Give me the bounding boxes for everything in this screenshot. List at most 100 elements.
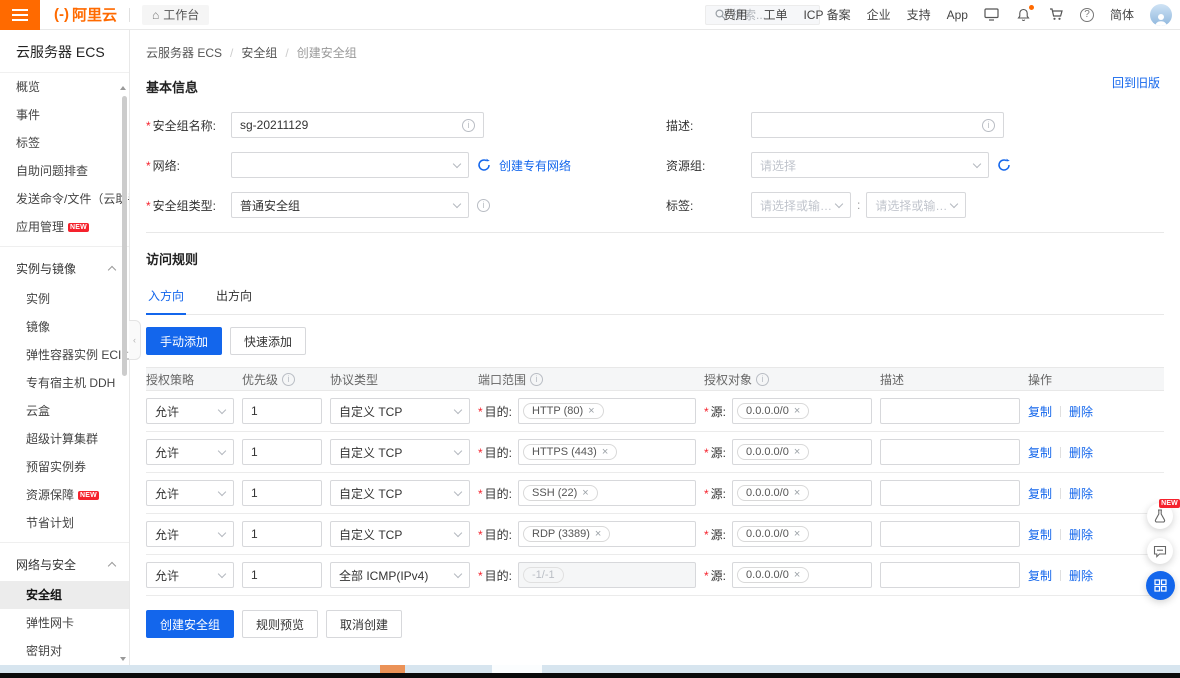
help-icon[interactable]: ? bbox=[1080, 8, 1094, 22]
scroll-down-icon[interactable] bbox=[120, 657, 126, 661]
sidebar-item[interactable]: 密钥对 bbox=[0, 637, 129, 665]
network-select[interactable] bbox=[231, 152, 469, 178]
remove-tag-icon[interactable]: × bbox=[602, 447, 608, 458]
topbar-nav-item[interactable]: ICP 备案 bbox=[803, 6, 850, 23]
topbar-nav-item[interactable]: 工单 bbox=[763, 6, 787, 23]
remove-tag-icon[interactable]: × bbox=[582, 488, 588, 499]
language-switch[interactable]: 简体 bbox=[1110, 6, 1134, 23]
sidebar-item[interactable]: 超级计算集群 bbox=[0, 425, 129, 453]
sidebar-item[interactable]: 弹性网卡 bbox=[0, 609, 129, 637]
bell-icon[interactable] bbox=[1016, 7, 1032, 23]
remove-tag-icon[interactable]: × bbox=[794, 529, 800, 540]
lab-feature-button[interactable]: NEW bbox=[1147, 503, 1173, 529]
sidebar-item[interactable]: 应用管理 NEW bbox=[0, 213, 129, 241]
copy-rule-link[interactable]: 复制 bbox=[1028, 526, 1052, 543]
priority-input[interactable] bbox=[251, 568, 313, 582]
rule-desc-input[interactable] bbox=[889, 445, 1011, 459]
sidebar-group-instances[interactable]: 实例与镜像 bbox=[0, 252, 129, 285]
sidebar-item[interactable]: 安全组 bbox=[0, 581, 129, 609]
remove-tag-icon[interactable]: × bbox=[794, 570, 800, 581]
tab-outbound[interactable]: 出方向 bbox=[214, 280, 254, 314]
sidebar-item[interactable]: 事件 bbox=[0, 101, 129, 129]
rule-desc-input[interactable] bbox=[889, 486, 1011, 500]
protocol-select[interactable]: 全部 ICMP(IPv4) bbox=[330, 562, 470, 588]
create-security-group-button[interactable]: 创建安全组 bbox=[146, 610, 234, 638]
sidebar-item[interactable]: 专有宿主机 DDH bbox=[0, 369, 129, 397]
port-range-input[interactable]: -1/-1 × bbox=[518, 562, 696, 588]
resource-group-select[interactable]: 请选择 bbox=[751, 152, 989, 178]
remove-tag-icon[interactable]: × bbox=[588, 406, 594, 417]
security-group-name-input[interactable] bbox=[240, 118, 462, 132]
info-icon[interactable]: i bbox=[756, 373, 769, 386]
sidebar-item[interactable]: 标签 bbox=[0, 129, 129, 157]
remove-tag-icon[interactable]: × bbox=[595, 529, 601, 540]
quick-add-button[interactable]: 快速添加 bbox=[230, 327, 306, 355]
sidebar-scrollbar[interactable] bbox=[122, 96, 127, 376]
menu-icon[interactable] bbox=[0, 0, 40, 30]
manual-add-button[interactable]: 手动添加 bbox=[146, 327, 222, 355]
info-icon[interactable]: i bbox=[477, 199, 490, 212]
sidebar-item[interactable]: 云盒 bbox=[0, 397, 129, 425]
refresh-icon[interactable] bbox=[997, 158, 1011, 172]
policy-select[interactable]: 允许 bbox=[146, 439, 234, 465]
breadcrumb-item[interactable]: 云服务器 ECS bbox=[146, 44, 222, 61]
auth-object-input[interactable]: 0.0.0.0/0 × bbox=[732, 521, 872, 547]
copy-rule-link[interactable]: 复制 bbox=[1028, 485, 1052, 502]
description-input[interactable] bbox=[760, 118, 982, 132]
copy-rule-link[interactable]: 复制 bbox=[1028, 444, 1052, 461]
priority-input[interactable] bbox=[251, 486, 313, 500]
policy-select[interactable]: 允许 bbox=[146, 562, 234, 588]
port-range-input[interactable]: HTTP (80) × bbox=[518, 398, 696, 424]
scroll-up-icon[interactable] bbox=[120, 86, 126, 90]
sidebar-item[interactable]: 实例 bbox=[0, 285, 129, 313]
sidebar-item[interactable]: 预留实例券 bbox=[0, 453, 129, 481]
sidebar-item[interactable]: 节省计划 bbox=[0, 509, 129, 537]
info-icon[interactable]: i bbox=[982, 119, 995, 132]
delete-rule-link[interactable]: 删除 bbox=[1069, 444, 1093, 461]
protocol-select[interactable]: 自定义 TCP bbox=[330, 398, 470, 424]
avatar[interactable] bbox=[1150, 4, 1172, 26]
info-icon[interactable]: i bbox=[282, 373, 295, 386]
rule-preview-button[interactable]: 规则预览 bbox=[242, 610, 318, 638]
tab-inbound[interactable]: 入方向 bbox=[146, 280, 186, 315]
sidebar-item[interactable]: 资源保障 NEW bbox=[0, 481, 129, 509]
policy-select[interactable]: 允许 bbox=[146, 521, 234, 547]
copy-rule-link[interactable]: 复制 bbox=[1028, 403, 1052, 420]
topbar-nav-item[interactable]: 企业 bbox=[867, 6, 891, 23]
cancel-create-button[interactable]: 取消创建 bbox=[326, 610, 402, 638]
protocol-select[interactable]: 自定义 TCP bbox=[330, 439, 470, 465]
refresh-icon[interactable] bbox=[477, 158, 491, 172]
topbar-nav-item[interactable]: 费用 bbox=[723, 6, 747, 23]
sidebar-collapse-handle[interactable]: ‹ bbox=[129, 320, 141, 360]
policy-select[interactable]: 允许 bbox=[146, 398, 234, 424]
create-vpc-link[interactable]: 创建专有网络 bbox=[499, 157, 571, 174]
auth-object-input[interactable]: 0.0.0.0/0 × bbox=[732, 398, 872, 424]
security-group-type-select[interactable]: 普通安全组 bbox=[231, 192, 469, 218]
priority-input[interactable] bbox=[251, 404, 313, 418]
port-range-input[interactable]: RDP (3389) × bbox=[518, 521, 696, 547]
remove-tag-icon[interactable]: × bbox=[794, 406, 800, 417]
sidebar-item[interactable]: 概览 bbox=[0, 73, 129, 101]
delete-rule-link[interactable]: 删除 bbox=[1069, 567, 1093, 584]
rule-desc-input[interactable] bbox=[889, 527, 1011, 541]
rule-desc-input[interactable] bbox=[889, 404, 1011, 418]
port-range-input[interactable]: HTTPS (443) × bbox=[518, 439, 696, 465]
feedback-button[interactable] bbox=[1147, 538, 1173, 564]
tag-value-select[interactable]: 请选择或输入完整的... bbox=[866, 192, 966, 218]
protocol-select[interactable]: 自定义 TCP bbox=[330, 480, 470, 506]
console-icon[interactable] bbox=[984, 7, 1000, 23]
topbar-nav-item[interactable]: App bbox=[947, 8, 968, 22]
delete-rule-link[interactable]: 删除 bbox=[1069, 403, 1093, 420]
topbar-nav-item[interactable]: 支持 bbox=[907, 6, 931, 23]
priority-input[interactable] bbox=[251, 527, 313, 541]
copy-rule-link[interactable]: 复制 bbox=[1028, 567, 1052, 584]
auth-object-input[interactable]: 0.0.0.0/0 × bbox=[732, 439, 872, 465]
breadcrumb-item[interactable]: 安全组 bbox=[241, 44, 277, 61]
info-icon[interactable]: i bbox=[530, 373, 543, 386]
back-to-old-version-link[interactable]: 回到旧版 bbox=[1112, 74, 1160, 91]
rule-desc-input[interactable] bbox=[889, 568, 1011, 582]
apps-grid-button[interactable] bbox=[1146, 571, 1175, 600]
sidebar-item[interactable]: 自助问题排查 bbox=[0, 157, 129, 185]
sidebar-item[interactable]: 弹性容器实例 ECI bbox=[0, 341, 129, 369]
sidebar-item[interactable]: 镜像 bbox=[0, 313, 129, 341]
